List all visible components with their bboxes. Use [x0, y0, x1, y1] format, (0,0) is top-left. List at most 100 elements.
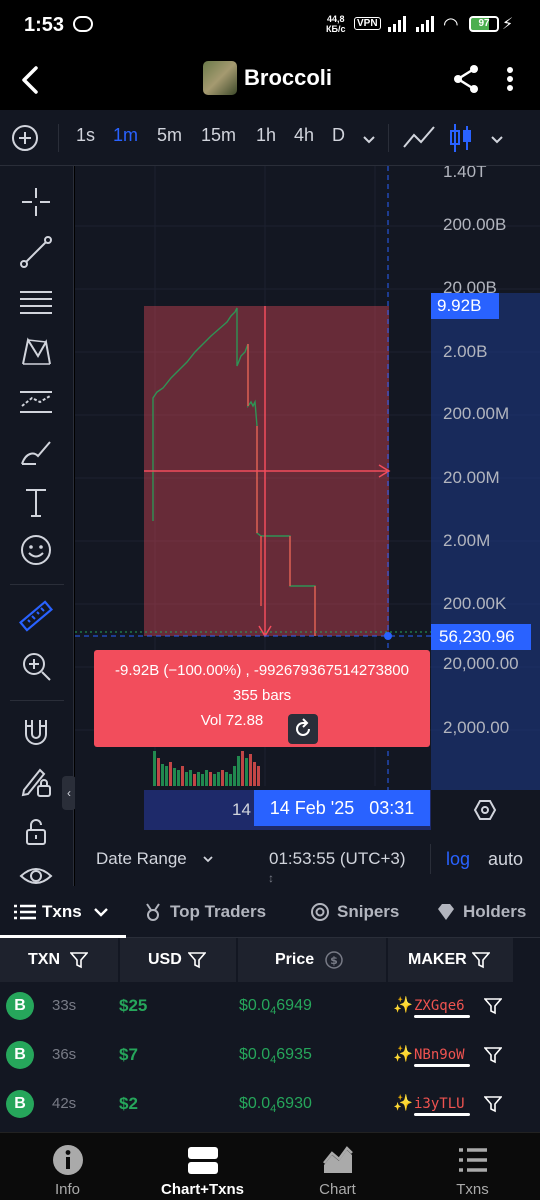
- sparkle-icon: ✨: [393, 997, 413, 1014]
- filter-maker-icon[interactable]: [484, 997, 502, 1015]
- interval-1h[interactable]: 1h: [256, 125, 276, 146]
- stay-in-drawing-tool[interactable]: [18, 764, 54, 800]
- column-header-price[interactable]: Price $: [238, 938, 386, 982]
- chevron-down-icon: [491, 136, 503, 144]
- token-title: Broccoli: [244, 65, 333, 90]
- tab-txns[interactable]: Txns: [42, 902, 82, 922]
- pattern-tool[interactable]: [18, 334, 54, 370]
- brush-tool[interactable]: [18, 434, 54, 470]
- text-tool[interactable]: [18, 484, 54, 520]
- back-button[interactable]: [14, 62, 50, 98]
- more-options-button[interactable]: [500, 64, 520, 94]
- txn-usd: $25: [119, 996, 148, 1015]
- maker-address[interactable]: ZXGqe6: [414, 982, 465, 1030]
- txn-usd: $2: [119, 1094, 138, 1113]
- table-row[interactable]: B 33s $25 $0.046949 ✨ ZXGqe6: [0, 982, 540, 1031]
- interval-1m[interactable]: 1m: [113, 125, 138, 146]
- split-view-icon: [187, 1147, 218, 1174]
- emoji-tool[interactable]: [18, 532, 54, 568]
- filter-maker-icon[interactable]: [484, 1095, 502, 1113]
- bottom-navigation: Info Chart+Txns Chart Txns: [0, 1132, 540, 1200]
- maker-address[interactable]: i3yTLU: [414, 1080, 465, 1128]
- price-axis-label: 200.00B: [443, 215, 507, 234]
- zoom-tool[interactable]: [18, 648, 54, 684]
- panel-tabs: Txns Top Traders Snipers Holders: [0, 886, 540, 938]
- interval-dropdown-button[interactable]: [360, 130, 378, 148]
- hide-drawings-tool[interactable]: [18, 858, 54, 886]
- price-axis-label: 2,000.00: [443, 718, 510, 737]
- buy-badge: B: [6, 1041, 34, 1069]
- interval-1s[interactable]: 1s: [76, 125, 95, 146]
- tab-holders[interactable]: Holders: [463, 902, 526, 922]
- settings-hexagon-icon: [473, 800, 497, 820]
- signal-icon-2: [416, 16, 434, 32]
- gem-icon: [438, 904, 454, 920]
- column-header-txn[interactable]: TXN: [0, 938, 118, 982]
- interval-5m[interactable]: 5m: [157, 125, 182, 146]
- nav-chart[interactable]: Chart: [270, 1133, 405, 1200]
- filter-icon: [188, 952, 206, 969]
- chart-clock: 01:53:55 (UTC+3): [269, 849, 406, 868]
- app-header: Broccoli: [0, 52, 540, 110]
- sparkle-icon: ✨: [393, 1046, 413, 1063]
- nav-label: Info: [54, 1181, 81, 1198]
- magnet-icon: [25, 720, 47, 745]
- tab-snipers[interactable]: Snipers: [337, 902, 399, 922]
- price-axis-label: 200.00M: [443, 404, 510, 423]
- measure-end-point[interactable]: [384, 632, 392, 640]
- table-row[interactable]: B 42s $2 $0.046930 ✨ i3yTLU: [0, 1080, 540, 1129]
- nav-txns[interactable]: Txns: [405, 1133, 540, 1200]
- fib-tool[interactable]: [18, 284, 54, 320]
- interval-15m[interactable]: 15m: [201, 125, 236, 146]
- ruler-icon: [18, 600, 54, 632]
- table-row[interactable]: B 36s $7 $0.046935 ✨ NBn9oW: [0, 1031, 540, 1080]
- lock-drawings-tool[interactable]: [18, 814, 54, 850]
- list-icon: [14, 903, 36, 921]
- interval-d[interactable]: D: [332, 125, 345, 146]
- chart-settings-button[interactable]: [473, 798, 497, 822]
- currency-toggle-icon: $: [325, 951, 343, 969]
- price-chart[interactable]: 1.40T 200.00B 20.00B 2.00B 200.00M 20.00…: [75, 166, 540, 830]
- nav-chart-txns[interactable]: Chart+Txns: [135, 1133, 270, 1200]
- interval-4h[interactable]: 4h: [294, 125, 314, 146]
- time-axis-label: 14: [232, 800, 251, 819]
- candle-chart-type-button[interactable]: [448, 122, 474, 154]
- tab-holders-clip: Holders: [463, 902, 540, 924]
- unlock-icon: [26, 819, 46, 845]
- crosshair-tool[interactable]: [18, 184, 54, 220]
- list-icon: [458, 1148, 487, 1172]
- add-indicator-button[interactable]: [10, 123, 40, 153]
- date-range-button[interactable]: Date Range: [96, 849, 187, 869]
- maker-underline: [414, 1113, 470, 1116]
- buy-badge: B: [6, 1090, 34, 1118]
- nav-info[interactable]: Info: [0, 1133, 135, 1200]
- measure-bars-text: 355 bars: [232, 687, 292, 704]
- chart-toolbar: 1s 1m 5m 15m 1h 4h D: [0, 110, 540, 166]
- tab-top-traders[interactable]: Top Traders: [170, 902, 266, 922]
- filter-maker-icon[interactable]: [484, 1046, 502, 1064]
- magnet-tool[interactable]: [18, 714, 54, 750]
- maker-underline: [414, 1015, 470, 1018]
- target-icon: [311, 903, 329, 921]
- trend-line-tool[interactable]: [18, 234, 54, 270]
- filter-icon: [70, 952, 88, 969]
- measure-tool[interactable]: [18, 598, 54, 634]
- price-axis-label: 20,000.00: [443, 654, 519, 673]
- column-header-usd[interactable]: USD: [120, 938, 236, 982]
- line-chart-type-button[interactable]: [402, 123, 436, 153]
- auto-scale-toggle[interactable]: auto: [488, 849, 523, 870]
- plus-circle-icon: [12, 125, 38, 151]
- refresh-icon: [296, 718, 310, 736]
- column-header-maker[interactable]: MAKER: [388, 938, 513, 982]
- chart-type-dropdown-button[interactable]: [488, 130, 506, 148]
- trend-line-icon: [20, 236, 52, 268]
- collapse-toolbar-button[interactable]: ‹: [62, 776, 76, 810]
- pencil-lock-icon: [21, 768, 51, 797]
- share-button[interactable]: [452, 64, 480, 94]
- forecast-tool[interactable]: [18, 384, 54, 420]
- candlestick-icon: [450, 124, 471, 152]
- log-scale-toggle[interactable]: log: [446, 849, 470, 870]
- txn-price: $0.046935: [239, 1046, 312, 1067]
- reset-measure-button[interactable]: [288, 714, 318, 744]
- maker-address[interactable]: NBn9oW: [414, 1031, 465, 1079]
